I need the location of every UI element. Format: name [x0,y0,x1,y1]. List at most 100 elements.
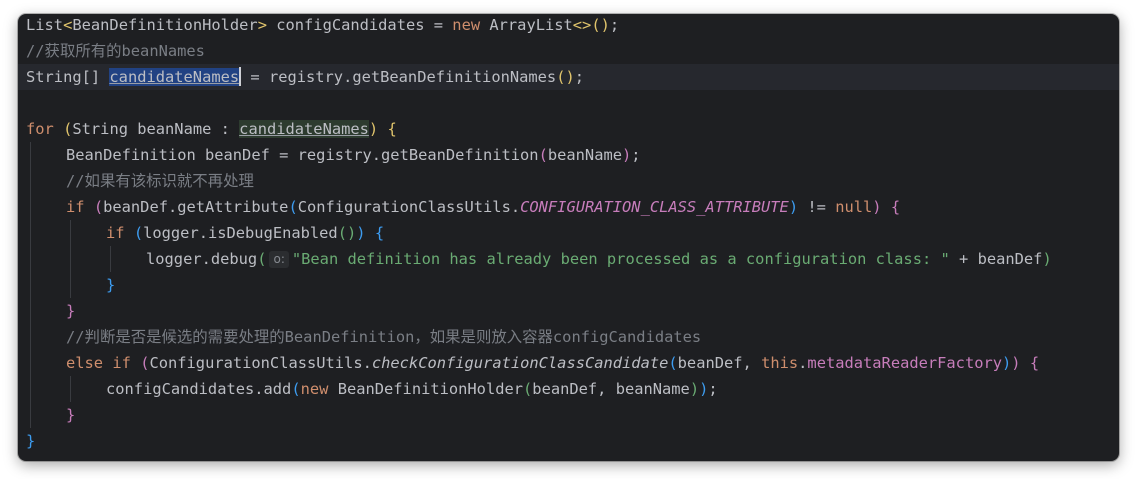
code-token: { [1029,354,1040,372]
code-line-text: if (logger.isDebugEnabled()) { [106,220,384,246]
code-token: } [66,406,76,424]
code-token: BeanDefinitionHolder [72,16,258,34]
code-token: beanDef, beanName [532,380,690,398]
code-line[interactable]: } [18,428,1119,454]
code-token: List [26,16,64,34]
code-line-text: logger.debug(o: "Bean definition has alre… [146,246,1052,272]
code-token: CONFIGURATION_CLASS_ATTRIBUTE [520,198,789,216]
code-line[interactable]: //如果有该标识就不再处理 [18,168,1119,194]
code-token: ) [699,380,709,398]
code-token: 获取所有的 [44,42,122,60]
code-line[interactable]: if (logger.isDebugEnabled()) { [18,220,1119,246]
code-line-text: String[] candidateNames = registry.getBe… [26,64,584,90]
highlighted-usage: candidateNames [239,120,369,138]
code-token: } [26,432,36,450]
selected-identifier: candidateNames [109,68,240,86]
code-token: if [106,224,125,242]
code-line[interactable]: } [18,298,1119,324]
code-token: ) [872,198,882,216]
code-token: ( [291,380,301,398]
code-token: ( [257,250,267,268]
code-token: this [761,354,799,372]
code-token: () [337,224,357,242]
code-line-text: //如果有该标识就不再处理 [66,168,254,194]
code-token: beanNames [121,42,205,60]
code-token: 判断是否是候选的需要处理的 [84,328,285,346]
code-token: if [66,198,85,216]
code-token: BeanDefinitionHolder [328,380,524,398]
code-line-text: } [66,298,75,324]
code-token: ) [1011,354,1021,372]
code-line[interactable] [18,90,1119,116]
code-token: ConfigurationClassUtils. [149,354,372,372]
code-token: ; [708,380,718,398]
code-line[interactable]: } [18,402,1119,428]
code-token: checkConfigurationClassCandidate [371,354,669,372]
code-line-text: for (String beanName : candidateNames) { [26,116,397,142]
code-token: configCandidates.add [106,380,292,398]
code-token: String beanName : [72,120,240,138]
code-token: { [890,198,901,216]
code-token: // [66,172,85,190]
code-line-text: configCandidates.add(new BeanDefinitionH… [106,376,718,402]
code-line[interactable]: } [18,272,1119,298]
code-token: = registry.getBeanDefinitionNames [241,68,557,86]
code-token: // [66,328,85,346]
code-line[interactable]: //获取所有的beanNames [18,38,1119,64]
code-token: BeanDefinition [284,328,415,346]
code-token: } [106,276,116,294]
code-token: ; [574,68,585,86]
code-line[interactable]: BeanDefinition beanDef = registry.getBea… [18,142,1119,168]
code-token: ; [609,16,620,34]
code-token: ArrayList [480,16,573,34]
code-token: ) [368,120,379,138]
code-token: () [591,16,610,34]
code-line[interactable]: //判断是否是候选的需要处理的BeanDefinition，如果是则放入容器co… [18,324,1119,350]
code-token: else [66,354,104,372]
code-token: ( [538,146,548,164]
code-token: ( [133,224,144,242]
code-token: beanDef, [677,354,762,372]
code-line-text: //获取所有的beanNames [26,38,205,64]
code-line[interactable]: configCandidates.add(new BeanDefinitionH… [18,376,1119,402]
code-token: if [112,354,131,372]
code-token: > [257,16,267,34]
code-token: () [556,68,575,86]
code-line[interactable]: for (String beanName : candidateNames) { [18,116,1119,142]
code-token: } [66,302,76,320]
code-token: ( [288,198,298,216]
code-token: configCandidates [552,328,702,346]
code-token: + beanDef [949,250,1043,268]
code-token: beanDef.getAttribute [103,198,289,216]
code-token: ConfigurationClassUtils. [297,198,521,216]
code-line-text: List<BeanDefinitionHolder> configCandida… [26,14,619,38]
code-line-text: else if ( ConfigurationClassUtils.checkCo… [66,350,1039,376]
code-token: ) [1002,354,1012,372]
parameter-hint: o: [269,251,289,268]
code-line-current[interactable]: String[] candidateNames = registry.getBe… [18,64,1119,90]
code-line[interactable]: logger.debug(o: "Bean definition has alre… [18,246,1119,272]
code-line-text: } [66,402,75,428]
code-token: "Bean definition has already been proces… [291,250,950,268]
code-editor[interactable]: List<BeanDefinitionHolder> configCandida… [18,14,1119,461]
code-line-text: BeanDefinition beanDef = registry.getBea… [66,142,641,168]
code-token: { [374,224,385,242]
code-token: <> [572,16,592,34]
code-token: // [26,42,45,60]
code-line[interactable]: if (beanDef.getAttribute(ConfigurationCl… [18,194,1119,220]
code-line-text: if (beanDef.getAttribute(ConfigurationCl… [66,194,900,220]
code-line[interactable]: List<BeanDefinitionHolder> configCandida… [18,14,1119,38]
code-token: < [63,16,73,34]
code-line[interactable]: else if ( ConfigurationClassUtils.checkCo… [18,350,1119,376]
code-token: for [26,120,54,138]
code-token: null [835,198,873,216]
code-line-text: } [106,272,115,298]
code-token: metadataReaderFactory [807,354,1003,372]
code-token: ( [668,354,678,372]
